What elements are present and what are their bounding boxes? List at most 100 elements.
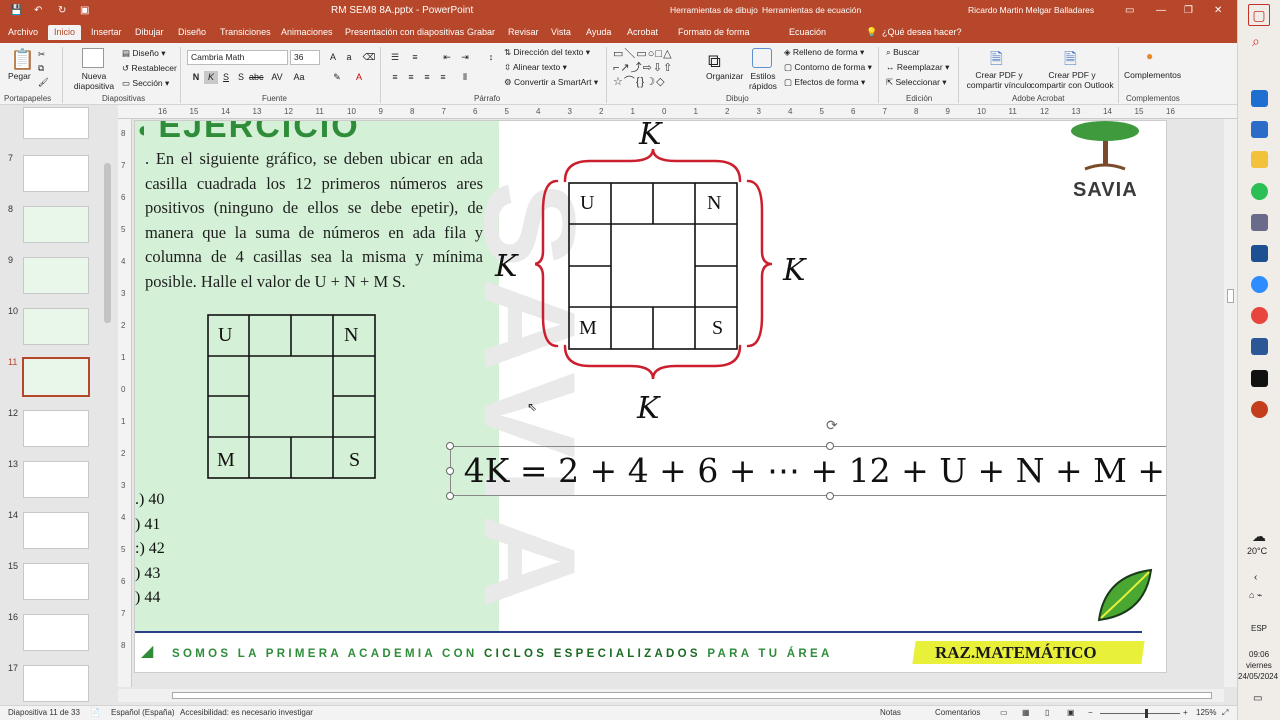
sorter-view-icon[interactable]: ▦ bbox=[1022, 708, 1030, 717]
shrink-font-icon[interactable]: a bbox=[342, 51, 356, 64]
numbering-icon[interactable]: ≡ bbox=[408, 51, 422, 64]
strikethrough-icon[interactable]: abc bbox=[249, 71, 264, 84]
grow-font-icon[interactable]: A bbox=[326, 51, 340, 64]
select-button[interactable]: ⇱ Seleccionar ▾ bbox=[886, 77, 947, 88]
format-painter-icon[interactable]: 🖌 bbox=[38, 77, 49, 88]
maximize-icon[interactable]: ❐ bbox=[1184, 5, 1193, 16]
search-icon[interactable]: ⌕ bbox=[1252, 33, 1260, 50]
app-icon-word[interactable] bbox=[1251, 338, 1268, 355]
thumbnail-slide-14[interactable] bbox=[23, 512, 89, 549]
tray-chevron-icon[interactable]: ‹ bbox=[1254, 572, 1257, 583]
decrease-indent-icon[interactable]: ⇤ bbox=[440, 51, 454, 64]
tab-archivo[interactable]: Archivo bbox=[8, 27, 38, 37]
tab-presentacion[interactable]: Presentación con diapositivas bbox=[345, 27, 464, 37]
shape-effects-button[interactable]: ▢ Efectos de forma ▾ bbox=[784, 77, 865, 88]
quick-styles-button[interactable]: Estilos rápidos bbox=[748, 71, 778, 91]
tab-insertar[interactable]: Insertar bbox=[91, 27, 122, 37]
tab-formato-forma[interactable]: Formato de forma bbox=[678, 27, 750, 37]
reading-view-icon[interactable]: ▯ bbox=[1045, 708, 1049, 717]
undo-icon[interactable]: ↶ bbox=[34, 5, 42, 16]
tab-ecuacion[interactable]: Ecuación bbox=[789, 27, 826, 37]
app-icon-netflix[interactable] bbox=[1251, 370, 1268, 387]
tab-vista[interactable]: Vista bbox=[551, 27, 571, 37]
minimize-icon[interactable]: — bbox=[1156, 5, 1166, 16]
zoom-in-icon[interactable]: + bbox=[1183, 708, 1188, 717]
app-icon-disney[interactable] bbox=[1251, 245, 1268, 262]
app-icon-zoom[interactable] bbox=[1251, 276, 1268, 293]
align-left-icon[interactable]: ≡ bbox=[388, 71, 402, 84]
tab-inicio[interactable]: Inicio bbox=[48, 25, 82, 40]
replace-button[interactable]: ↔ Reemplazar ▾ bbox=[886, 62, 949, 73]
smartart-button[interactable]: ⚙ Convertir a SmartArt ▾ bbox=[504, 77, 598, 88]
tab-dibujar[interactable]: Dibujar bbox=[135, 27, 164, 37]
thumbnail-slide-17[interactable] bbox=[23, 665, 89, 702]
font-color-icon[interactable]: A bbox=[352, 71, 366, 84]
new-slide-icon[interactable] bbox=[82, 48, 104, 68]
shadow-icon[interactable]: S bbox=[234, 71, 248, 84]
find-button[interactable]: ⌕ Buscar bbox=[886, 47, 920, 58]
notes-button[interactable]: Notas bbox=[880, 708, 901, 717]
highlight-icon[interactable]: ✎ bbox=[330, 71, 344, 84]
network-icon[interactable]: ⌂ ⌁ bbox=[1249, 590, 1262, 601]
thumbnail-slide-12[interactable] bbox=[23, 410, 89, 447]
addins-icon[interactable]: ● bbox=[1146, 49, 1153, 63]
tab-revisar[interactable]: Revisar bbox=[508, 27, 539, 37]
section-button[interactable]: ▭ Sección ▾ bbox=[122, 78, 169, 89]
fit-slide-icon[interactable]: ⤢ bbox=[1222, 708, 1228, 718]
vertical-scroll-thumb[interactable] bbox=[1227, 289, 1234, 303]
layout-button[interactable]: ▤ Diseño ▾ bbox=[122, 48, 166, 59]
paste-button[interactable]: Pegar bbox=[8, 71, 31, 81]
shapes-gallery[interactable]: ▭＼▭○□△ ⌐↗⤴⇨⇩⇧ ☆⌒{}☽◇ bbox=[613, 47, 693, 91]
arrange-button[interactable]: Organizar bbox=[706, 71, 743, 81]
shape-outline-button[interactable]: ▢ Contorno de forma ▾ bbox=[784, 62, 872, 73]
zoom-slider[interactable] bbox=[1100, 713, 1180, 714]
rotate-handle-icon[interactable]: ⟳ bbox=[826, 417, 838, 434]
clock-time[interactable]: 09:06 bbox=[1249, 650, 1269, 659]
addins-button[interactable]: Complementos bbox=[1124, 70, 1181, 80]
thumbnail-slide-15[interactable] bbox=[23, 563, 89, 600]
save-icon[interactable]: 💾 bbox=[10, 5, 22, 16]
close-icon[interactable]: ✕ bbox=[1214, 5, 1222, 16]
change-case-icon[interactable]: Aa bbox=[292, 71, 306, 84]
justify-icon[interactable]: ≡ bbox=[436, 71, 450, 84]
font-name-field[interactable]: Cambria Math bbox=[187, 50, 288, 65]
thumbnails-scrollbar[interactable] bbox=[104, 163, 111, 323]
app-icon-explorer[interactable] bbox=[1251, 151, 1268, 168]
app-icon-powerpoint[interactable] bbox=[1251, 401, 1268, 418]
thumbnail-slide-8[interactable] bbox=[23, 206, 89, 243]
redo-icon[interactable]: ↻ bbox=[58, 5, 66, 16]
slide-thumbnails-pane[interactable]: 7 8 9 10 11 12 13 14 15 16 17 bbox=[0, 105, 118, 705]
text-direction-button[interactable]: ⇅ Dirección del texto ▾ bbox=[504, 47, 590, 58]
tab-acrobat[interactable]: Acrobat bbox=[627, 27, 658, 37]
vertical-scrollbar[interactable] bbox=[1224, 119, 1237, 687]
equation[interactable]: 4K = 2 + 4 + 6 + ⋯ + 12 + U + N + M + S bbox=[451, 447, 1166, 495]
clear-format-icon[interactable]: ⌫ bbox=[362, 51, 376, 64]
zoom-level[interactable]: 125% bbox=[1196, 708, 1216, 717]
pdf-outlook-button[interactable]: Crear PDF y compartir con Outlook bbox=[1030, 70, 1114, 90]
start-button-icon[interactable]: ▢ bbox=[1248, 4, 1270, 26]
horizontal-scrollbar[interactable] bbox=[118, 689, 1224, 702]
char-spacing-icon[interactable]: AV bbox=[270, 71, 284, 84]
thumbnail-slide-7[interactable] bbox=[23, 155, 89, 192]
align-right-icon[interactable]: ≡ bbox=[420, 71, 434, 84]
reset-button[interactable]: ↺ Restablecer bbox=[122, 63, 177, 74]
thumbnail-slide-16[interactable] bbox=[23, 614, 89, 651]
align-center-icon[interactable]: ≡ bbox=[404, 71, 418, 84]
font-size-field[interactable]: 36 bbox=[290, 50, 320, 65]
thumbnail-slide-11-selected[interactable] bbox=[22, 357, 90, 397]
tell-me-search[interactable]: ¿Qué desea hacer? bbox=[882, 27, 962, 37]
bold-icon[interactable]: N bbox=[189, 71, 203, 84]
app-icon-mail[interactable] bbox=[1251, 121, 1268, 138]
thumbnail-slide-9[interactable] bbox=[23, 257, 89, 294]
slide-canvas[interactable]: SAVIA ◖ EJERCICIO . En el siguiente gráf… bbox=[134, 120, 1167, 673]
app-icon-whatsapp[interactable] bbox=[1251, 183, 1268, 200]
slideshow-view-icon[interactable]: ▣ bbox=[1067, 708, 1075, 717]
align-text-button[interactable]: ⇳ Alinear texto ▾ bbox=[504, 62, 567, 73]
cut-icon[interactable]: ✂ bbox=[38, 49, 45, 60]
present-icon[interactable]: ▣ bbox=[80, 5, 89, 16]
app-icon-chrome[interactable] bbox=[1251, 307, 1268, 324]
tab-ayuda[interactable]: Ayuda bbox=[586, 27, 611, 37]
columns-icon[interactable]: ⫴ bbox=[458, 71, 472, 84]
zoom-out-icon[interactable]: − bbox=[1088, 708, 1093, 717]
notifications-icon[interactable]: ▭ bbox=[1253, 693, 1262, 704]
